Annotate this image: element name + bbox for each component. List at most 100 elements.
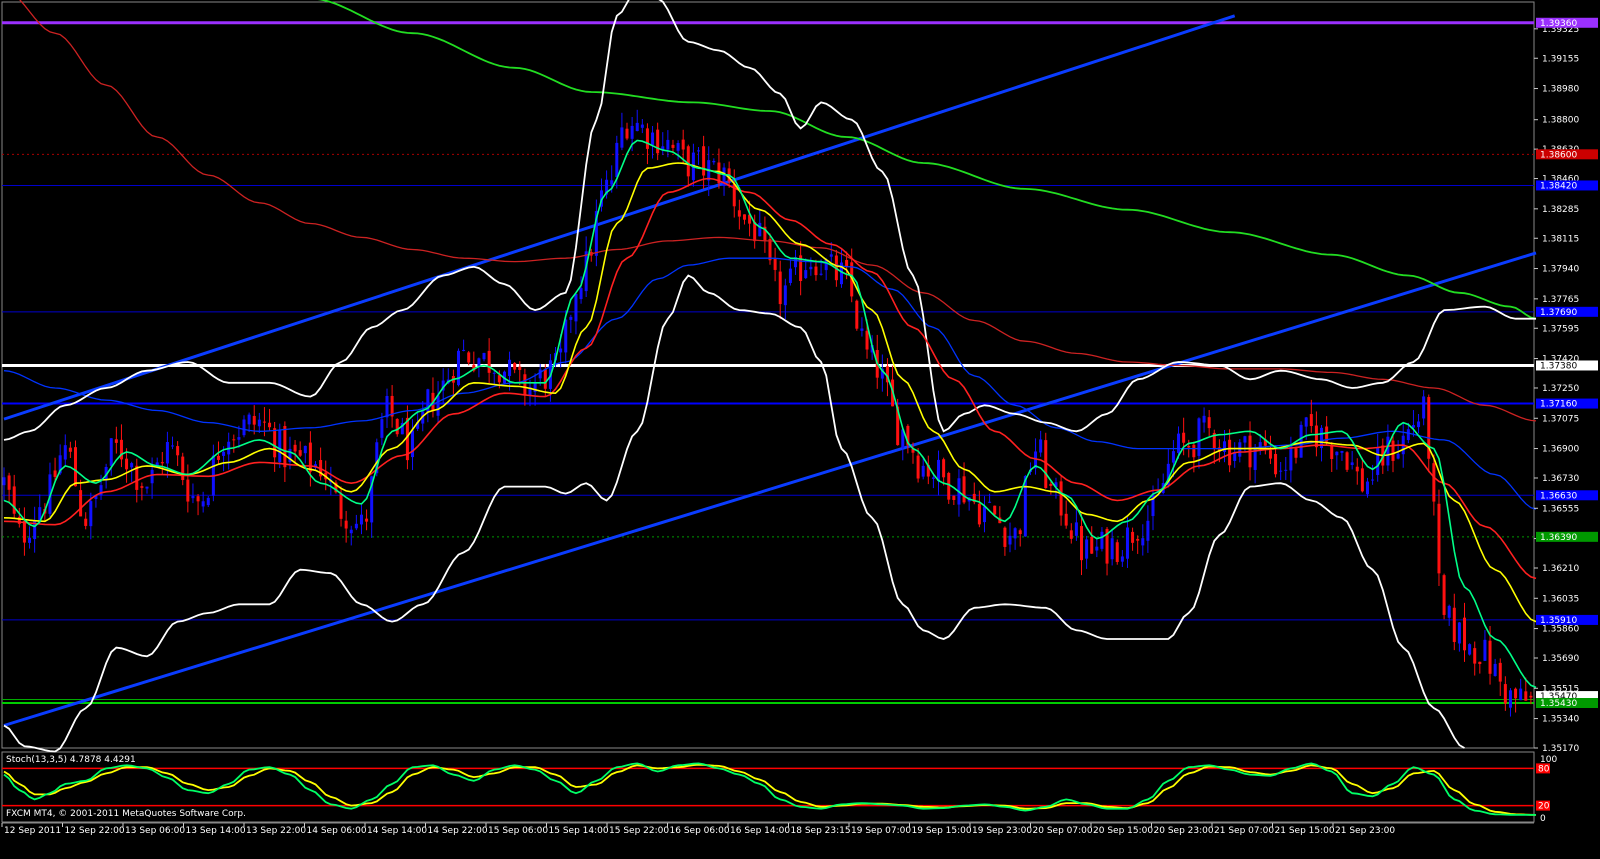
candle-body: [1457, 622, 1461, 644]
stochastic-range-max-label: 100: [1540, 755, 1557, 765]
candle-body: [645, 128, 649, 149]
price-tick-label-19: 1.36035: [1542, 594, 1579, 604]
candle-body: [1355, 466, 1359, 472]
stochastic-level-label-0: 80: [1538, 764, 1550, 774]
candle-body: [1228, 439, 1232, 466]
candle-body: [1468, 644, 1472, 655]
candle-body: [181, 456, 185, 481]
candle-body: [860, 328, 864, 331]
candle-body: [778, 271, 782, 305]
candle-body: [1514, 688, 1518, 699]
candle-body: [630, 125, 634, 139]
candle-body: [395, 418, 399, 435]
candle-body: [1371, 479, 1375, 481]
candle-body: [814, 266, 818, 276]
candle-body: [1136, 538, 1140, 541]
candle-body: [1187, 445, 1191, 448]
candle-body: [365, 518, 369, 522]
candle-body: [635, 122, 639, 132]
candle-body: [252, 415, 256, 425]
candle-body: [676, 143, 680, 151]
time-tick-label-10: 15 Sep 22:00: [609, 826, 669, 836]
candle-body: [686, 146, 690, 177]
candle-body: [1008, 535, 1012, 545]
candle-body: [1100, 531, 1104, 549]
candle-body: [1284, 469, 1288, 471]
candle-body: [1049, 483, 1053, 486]
candle-body: [462, 349, 466, 351]
candle-body: [1243, 436, 1247, 443]
candle-body: [564, 319, 568, 353]
candle-body: [354, 523, 358, 529]
candle-body: [1059, 481, 1063, 516]
time-tick-label-8: 15 Sep 06:00: [488, 826, 548, 836]
candle-body: [1177, 433, 1181, 453]
time-tick-label-5: 14 Sep 06:00: [307, 826, 367, 836]
price-tick-label-21: 1.35690: [1542, 654, 1579, 664]
candle-body: [1524, 691, 1528, 701]
candle-body: [492, 372, 496, 374]
candle-body: [610, 180, 614, 185]
chart-window: 1.393251.391551.389801.388001.386301.384…: [0, 0, 1600, 855]
price-tick-label-13: 1.37075: [1542, 414, 1579, 424]
price-tick-label-15: 1.36730: [1542, 474, 1579, 484]
time-tick-label-19: 20 Sep 23:00: [1154, 826, 1214, 836]
candle-body: [855, 300, 859, 329]
candle-body: [1207, 417, 1211, 429]
candle-body: [1069, 530, 1073, 539]
candle-body: [1463, 617, 1467, 651]
candle-body: [1519, 688, 1523, 701]
price-marker-label-8: 1.35910: [1540, 616, 1577, 626]
candle-body: [1141, 538, 1145, 546]
candle-body: [1309, 414, 1313, 426]
candle-body: [1386, 436, 1390, 466]
candle-body: [237, 437, 241, 440]
stochastic-main-line: [3, 762, 1536, 816]
candle-body: [344, 520, 348, 529]
candle-body: [758, 222, 762, 237]
price-tick-label-9: 1.37765: [1542, 295, 1579, 305]
price-tick-label-7: 1.38115: [1542, 234, 1579, 244]
bollinger-upper-band: [3, 0, 1536, 441]
candle-body: [293, 444, 297, 452]
candle-body: [1095, 546, 1099, 551]
candle-body: [1018, 530, 1022, 535]
platform-caption: FXCM MT4, © 2001-2011 MetaQuotes Softwar…: [6, 809, 246, 819]
candle-body: [1171, 451, 1175, 463]
candle-body: [508, 359, 512, 377]
candle-body: [109, 438, 113, 466]
candle-body: [1365, 481, 1369, 495]
candle-body: [385, 395, 389, 418]
candle-body: [7, 475, 11, 490]
candle-body: [482, 352, 486, 360]
ma-long-line: [19, 0, 1537, 422]
candle-body: [783, 285, 787, 306]
candle-body: [467, 352, 471, 363]
candle-body: [140, 486, 144, 488]
candle-body: [1406, 429, 1410, 441]
price-marker-label-0: 1.39360: [1540, 19, 1577, 29]
candle-body: [865, 330, 869, 350]
candle-body: [1452, 607, 1456, 642]
candle-body: [268, 422, 272, 428]
time-tick-label-16: 19 Sep 23:00: [972, 826, 1032, 836]
candle-body: [1350, 462, 1354, 466]
candle-body: [1488, 640, 1492, 674]
candle-body: [773, 258, 777, 270]
time-tick-label-13: 18 Sep 23:15: [791, 826, 851, 836]
candle-body: [1013, 528, 1017, 539]
price-tick-label-2: 1.38980: [1542, 85, 1579, 95]
candle-body: [22, 520, 26, 543]
candle-body: [937, 459, 941, 481]
candle-body: [1391, 440, 1395, 461]
candle-body: [962, 476, 966, 503]
candle-body: [1090, 536, 1094, 554]
candle-body: [359, 514, 363, 525]
candle-body: [1197, 418, 1201, 456]
candle-body: [242, 419, 246, 436]
price-tick-label-6: 1.38285: [1542, 205, 1579, 215]
candle-body: [411, 430, 415, 458]
candle-body: [681, 139, 685, 150]
candle-body: [298, 450, 302, 456]
price-marker-label-2: 1.38420: [1540, 181, 1577, 191]
